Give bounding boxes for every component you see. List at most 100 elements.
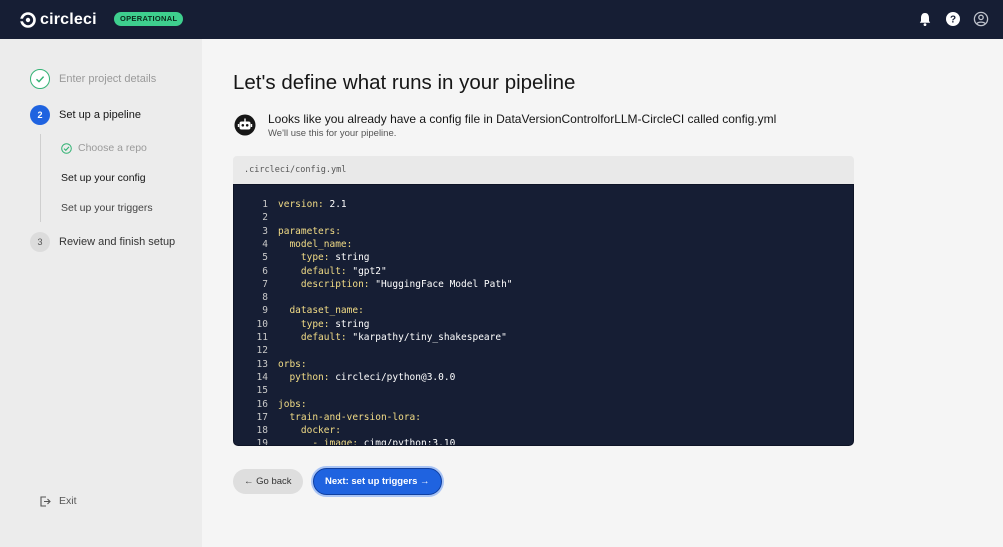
yaml-value: "karpathy/tiny_shakespeare"	[346, 332, 507, 343]
code-text: orbs:	[278, 358, 307, 371]
code-text: - image: cimg/python:3.10	[278, 437, 456, 446]
exit-label: Exit	[59, 495, 77, 507]
line-number: 5	[262, 252, 268, 264]
step-complete-check-icon	[30, 69, 50, 89]
code-line: 4 model_name:	[234, 238, 853, 251]
exit-icon	[40, 495, 51, 507]
yaml-key: version:	[278, 199, 324, 210]
step-enter-project-details[interactable]: Enter project details	[30, 69, 156, 89]
yaml-key: python:	[278, 371, 330, 383]
code-text: default: "gpt2"	[278, 265, 387, 278]
step-review-finish[interactable]: 3 Review and finish setup	[30, 232, 175, 252]
yaml-key: docker:	[278, 425, 341, 437]
code-line: 17 train-and-version-lora:	[234, 411, 853, 424]
line-number: 2	[262, 212, 268, 224]
substep-label: Set up your triggers	[61, 202, 153, 214]
step-label: Enter project details	[59, 73, 157, 85]
yaml-value: 2.1	[323, 199, 347, 210]
code-line: 3 parameters:	[234, 225, 853, 238]
top-navigation-bar: circleci OPERATIONAL ?	[0, 0, 1003, 39]
yaml-key: parameters:	[278, 225, 341, 237]
substep-set-up-triggers[interactable]: Set up your triggers	[61, 202, 153, 214]
step-label: Review and finish setup	[59, 236, 176, 248]
substep-connector-line	[40, 134, 41, 222]
yaml-key: train-and-version-lora:	[278, 411, 421, 423]
config-file-header: .circleci/config.yml	[233, 156, 854, 184]
code-line: 14 python: circleci/python@3.0.0	[234, 371, 853, 384]
yaml-key: model_name:	[278, 238, 353, 250]
line-number: 12	[256, 345, 268, 357]
bell-icon[interactable]	[917, 11, 933, 27]
exit-button[interactable]: Exit	[40, 495, 77, 507]
circleci-logo[interactable]: circleci	[20, 11, 97, 29]
code-text: parameters:	[278, 225, 341, 238]
yaml-key: default:	[278, 265, 347, 277]
line-number: 17	[256, 411, 268, 423]
code-text: dataset_name:	[278, 304, 364, 317]
line-number: 1	[262, 199, 268, 210]
line-number: 14	[256, 371, 268, 383]
robot-icon	[234, 114, 256, 136]
code-line: 12	[234, 344, 853, 357]
line-number: 13	[256, 358, 268, 370]
yaml-key: dataset_name:	[278, 305, 364, 317]
code-line: 16 jobs:	[234, 398, 853, 411]
code-text: description: "HuggingFace Model Path"	[278, 278, 513, 291]
yaml-key: default:	[278, 332, 347, 343]
step-number: 2	[30, 105, 50, 125]
code-line: 15	[234, 384, 853, 397]
yaml-value: "HuggingFace Model Path"	[369, 278, 513, 290]
line-number: 10	[256, 318, 268, 330]
go-back-button[interactable]: ← Go back	[233, 469, 303, 494]
code-text: model_name:	[278, 238, 352, 251]
substep-label: Choose a repo	[78, 142, 147, 154]
yaml-value: "gpt2"	[346, 265, 387, 277]
code-line: 5 type: string	[234, 251, 853, 264]
yaml-key: orbs:	[278, 358, 307, 370]
yaml-value: string	[329, 318, 370, 330]
code-line: 9 dataset_name:	[234, 304, 853, 317]
yaml-value: string	[329, 252, 370, 264]
circleci-logo-icon	[20, 12, 36, 28]
yaml-key: type:	[278, 252, 330, 264]
code-line: 11 default: "karpathy/tiny_shakespeare"	[234, 331, 853, 344]
yaml-key: - image:	[278, 438, 359, 446]
status-badge[interactable]: OPERATIONAL	[114, 12, 184, 26]
yaml-value: cimg/python:3.10	[358, 438, 456, 446]
config-file-name: .circleci/config.yml	[244, 165, 347, 175]
config-code-viewer[interactable]: 1 version: 2.1 2 3 parameters: 4 model_name: 5…	[233, 184, 854, 446]
config-detected-subtext: We'll use this for your pipeline.	[268, 128, 397, 139]
code-text: python: circleci/python@3.0.0	[278, 371, 455, 384]
substep-choose-repo[interactable]: Choose a repo	[61, 142, 147, 154]
line-number: 18	[256, 425, 268, 437]
line-number: 6	[262, 265, 268, 277]
page-title: Let's define what runs in your pipeline	[233, 71, 576, 94]
yaml-key: type:	[278, 318, 330, 330]
code-text: default: "karpathy/tiny_shakespeare"	[278, 331, 507, 344]
line-number: 3	[262, 225, 268, 237]
brand-name: circleci	[40, 11, 97, 28]
help-icon[interactable]: ?	[945, 11, 961, 27]
line-number: 8	[262, 292, 268, 304]
user-icon[interactable]	[973, 11, 989, 27]
line-number: 9	[262, 305, 268, 317]
code-line: 19 - image: cimg/python:3.10	[234, 437, 853, 446]
next-set-up-triggers-button[interactable]: Next: set up triggers →	[313, 468, 442, 495]
yaml-key: description:	[278, 278, 370, 290]
step-set-up-pipeline[interactable]: 2 Set up a pipeline	[30, 105, 141, 125]
code-text: version: 2.1	[278, 198, 347, 211]
code-text: type: string	[278, 251, 370, 264]
code-line: 13 orbs:	[234, 358, 853, 371]
setup-steps-sidebar: Enter project details 2 Set up a pipelin…	[0, 39, 202, 547]
config-detected-message: Looks like you already have a config fil…	[268, 112, 777, 126]
code-text: type: string	[278, 318, 370, 331]
code-line: 1 version: 2.1	[234, 198, 853, 211]
code-line: 7 description: "HuggingFace Model Path"	[234, 278, 853, 291]
code-line: 6 default: "gpt2"	[234, 265, 853, 278]
substep-set-up-config[interactable]: Set up your config	[61, 172, 146, 184]
yaml-value: circleci/python@3.0.0	[329, 371, 456, 383]
code-text: jobs:	[278, 398, 307, 411]
yaml-key: jobs:	[278, 398, 307, 410]
line-number: 11	[256, 332, 268, 343]
substep-label: Set up your config	[61, 172, 146, 184]
